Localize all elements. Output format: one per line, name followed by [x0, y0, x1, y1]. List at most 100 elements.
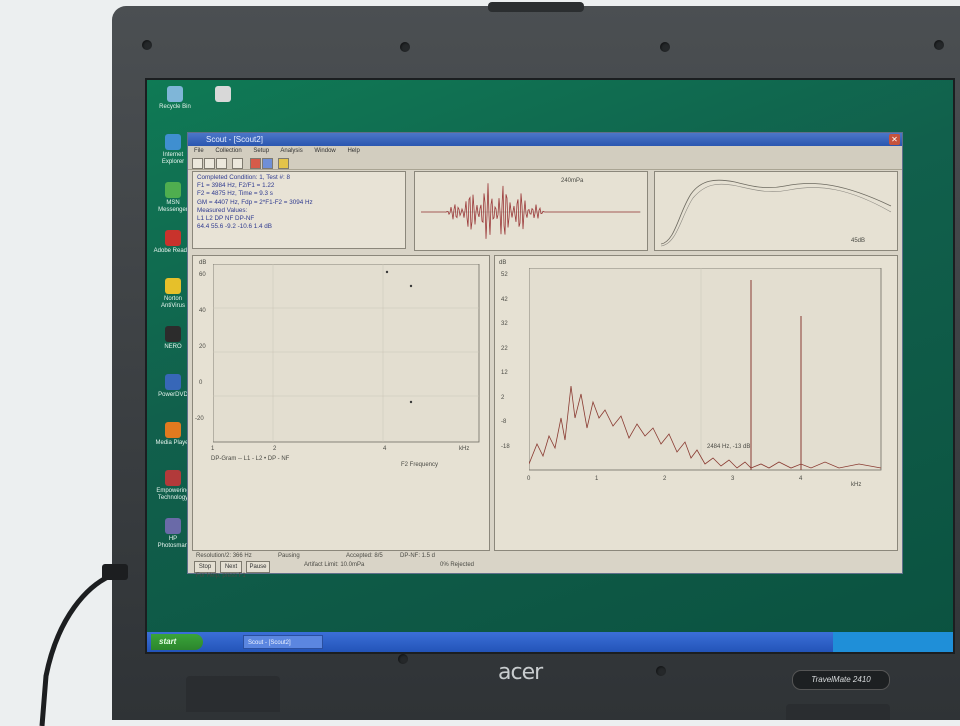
bezel-screw	[400, 42, 410, 52]
app-icon	[165, 278, 181, 294]
status-line: Measured Values:	[197, 206, 248, 214]
app-icon	[215, 86, 231, 102]
spectrum-y-tick: -8	[501, 419, 507, 425]
dpgram-panel: dB 60 40 20 0 -20 1 2 4 kHz DP-Gram -- L…	[192, 255, 490, 551]
dpgram-x-title: F2 Frequency	[401, 462, 439, 468]
state-status: Pausing	[278, 553, 300, 559]
app-icon	[165, 422, 181, 438]
spectrum-x-tick: 1	[595, 476, 599, 482]
close-icon[interactable]: ✕	[889, 134, 900, 145]
dpgram-x-tick: 2	[273, 446, 277, 452]
spectrum-x-tick: 3	[731, 476, 735, 482]
response-scale-label: 45dB	[851, 238, 866, 244]
scout-window[interactable]: Scout - [Scout2] ✕ File Collection Setup…	[187, 132, 903, 579]
spectrum-x-tick: 0	[527, 476, 531, 482]
condition-status-box: Completed Condition: 1, Test #: 8 F1 = 3…	[192, 171, 406, 249]
menu-help[interactable]: Help	[347, 148, 359, 154]
spectrum-x-tick: 2	[663, 476, 667, 482]
menu-collection[interactable]: Collection	[215, 148, 241, 154]
status-line: GM = 4407 Hz, Fdp = 2*F1-F2 = 3094 Hz	[197, 198, 313, 206]
dpgram-y-tick: 0	[199, 380, 203, 386]
help-hint: For Help, press F1	[196, 573, 246, 579]
app-icon	[165, 518, 181, 534]
bezel-screw	[660, 42, 670, 52]
app-icon	[167, 86, 183, 102]
system-tray	[833, 632, 953, 652]
waveform-scale-label: 240mPa	[561, 178, 584, 184]
status-line: 64.4 55.6 -9.2 -10.6 1.4 dB	[197, 223, 272, 231]
dpgram-y-tick: 60	[199, 272, 206, 278]
hinge	[186, 676, 280, 712]
waveform-panel: 240mPa	[414, 171, 648, 251]
bezel-screw	[142, 40, 152, 50]
print-icon[interactable]	[232, 158, 243, 169]
app-icon	[165, 470, 181, 486]
menu-file[interactable]: File	[194, 148, 204, 154]
dp-marker	[409, 400, 413, 404]
toolbar	[188, 156, 902, 170]
dpgram-x-tick: 4	[383, 446, 387, 452]
menu-analysis[interactable]: Analysis	[280, 148, 302, 154]
taskbar-scout-button[interactable]: Scout - [Scout2]	[243, 635, 323, 649]
spectrum-y-tick: 22	[501, 345, 508, 352]
waveform-plot	[421, 183, 641, 239]
artifact-limit: Artifact Limit: 10.0mPa	[304, 562, 365, 568]
camera-bar	[488, 2, 584, 12]
spectrum-y-tick: 32	[501, 321, 508, 327]
hinge	[786, 704, 890, 720]
resolution-status: Resolution/2: 366 Hz	[196, 553, 252, 559]
help-icon[interactable]	[278, 158, 289, 169]
desktop-icon-label: Recycle Bin	[159, 104, 191, 110]
status-line: L1 L2 DP NF DP-NF	[197, 215, 255, 223]
app-icon	[165, 326, 181, 342]
next-button[interactable]: Next	[220, 561, 242, 573]
accepted-status: Accepted: 8/5	[346, 553, 383, 559]
brand-logo: acer	[498, 660, 543, 685]
dpgram-y-tick: 20	[199, 344, 206, 350]
model-badge: TravelMate 2410	[792, 670, 890, 690]
dpgram-x-tick: 1	[211, 446, 215, 452]
open-icon[interactable]	[204, 158, 215, 169]
app-icon	[165, 182, 181, 198]
dpnf-status: DP-NF: 1.5 d	[400, 553, 436, 559]
app-icon	[165, 134, 181, 150]
l2-marker	[409, 284, 413, 288]
dpgram-plot	[213, 264, 480, 443]
new-icon[interactable]	[192, 158, 203, 169]
spectrum-y-unit: dB	[499, 260, 507, 266]
app-icon	[165, 374, 181, 390]
analyze-icon[interactable]	[262, 158, 273, 169]
spectrum-panel: dB 52 42 32 22 12 2 -8 -18 2484 Hz, -13 dB 0123…	[494, 255, 898, 551]
spectrum-x-unit: kHz	[851, 482, 862, 488]
menu-window[interactable]: Window	[314, 148, 335, 154]
start-button[interactable]: start	[151, 634, 203, 650]
bezel-screw	[656, 666, 666, 676]
dpgram-x-unit: kHz	[459, 446, 470, 452]
window-title: Scout - [Scout2]	[206, 135, 263, 144]
menu-bar: File Collection Setup Analysis Window He…	[188, 146, 902, 156]
record-icon[interactable]	[250, 158, 261, 169]
spectrum-x-tick: 4	[799, 476, 803, 482]
spectrum-plot	[529, 268, 882, 471]
dpgram-y-tick: -20	[195, 416, 204, 422]
laptop-screen: Recycle Bin Internet Explorer MSN Messenge…	[145, 78, 955, 654]
pause-button[interactable]: Pause	[246, 561, 270, 573]
spectrum-y-tick: 42	[501, 296, 508, 303]
stop-button[interactable]: Stop	[194, 561, 216, 573]
menu-setup[interactable]: Setup	[253, 148, 269, 154]
save-icon[interactable]	[216, 158, 227, 169]
spectrum-y-tick: 52	[501, 272, 508, 278]
taskbar: start Scout - [Scout2]	[147, 632, 953, 652]
bezel-screw	[398, 654, 408, 664]
status-line: Completed Condition: 1, Test #: 8	[197, 174, 290, 181]
status-line: F1 = 3984 Hz, F2/F1 = 1.22	[197, 182, 275, 190]
spectrum-y-tick: 12	[501, 370, 508, 376]
bezel-screw	[934, 40, 944, 50]
l1-marker	[385, 270, 389, 274]
window-titlebar[interactable]: Scout - [Scout2] ✕	[188, 133, 902, 146]
response-panel: 45dB	[654, 171, 898, 251]
dpgram-legend: DP-Gram -- L1 - L2 • DP - NF	[211, 456, 290, 462]
desktop-icon[interactable]: Recycle Bin	[155, 86, 195, 111]
desktop-icon[interactable]	[203, 86, 243, 104]
dpgram-y-unit: dB	[199, 260, 207, 266]
